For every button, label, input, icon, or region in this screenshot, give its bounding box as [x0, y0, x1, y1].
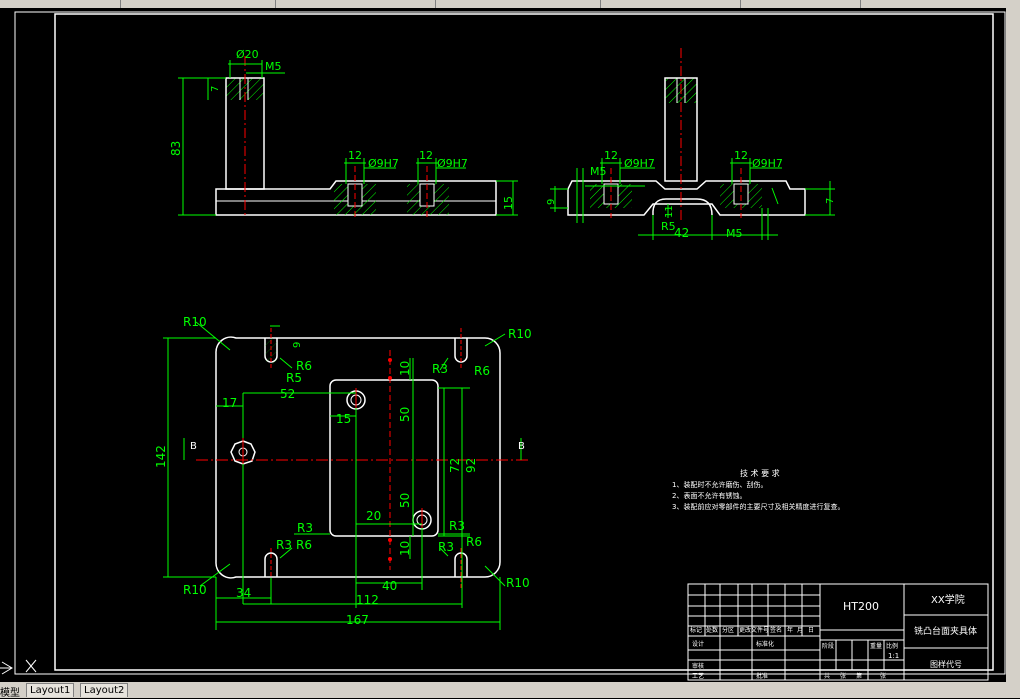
- left-label: 审核: [692, 662, 704, 670]
- dim-label: 72: [448, 458, 462, 473]
- dim-label: 83: [169, 141, 183, 156]
- vertical-scrollbar[interactable]: [1006, 8, 1020, 682]
- sheet-label: 张: [880, 672, 886, 680]
- dim-label: 112: [356, 593, 379, 607]
- dim-label: 10: [398, 541, 412, 556]
- dim-label: 12: [604, 149, 618, 162]
- ucs-icon: [0, 659, 37, 675]
- dim-label: 167: [346, 613, 369, 627]
- tab-layout1[interactable]: Layout1: [26, 683, 75, 697]
- dim-label: R3: [276, 538, 292, 552]
- tab-layout2[interactable]: Layout2: [80, 683, 129, 697]
- material-label: HT200: [843, 600, 879, 613]
- notes-title: 技 术 要 求: [740, 468, 780, 478]
- dim-label: 9: [292, 342, 303, 348]
- dim-label: 34: [236, 586, 251, 600]
- dim-label: 50: [398, 493, 412, 508]
- dim-label: 12: [419, 149, 433, 162]
- dim-label: 12: [734, 149, 748, 162]
- dim-label: 20: [366, 509, 381, 523]
- dim-label: R10: [183, 583, 207, 597]
- model-tab-label[interactable]: 模型: [0, 684, 20, 699]
- dim-label: 50: [398, 407, 412, 422]
- drawing-number-label: 图样代号: [930, 659, 962, 669]
- row-header: 日: [808, 627, 814, 634]
- sheet-label: 第: [856, 672, 862, 680]
- dim-label: 7: [825, 198, 836, 204]
- dim-label: M5: [590, 165, 607, 178]
- layout-tab-bar: [0, 682, 1020, 698]
- mid-label: 批准: [756, 672, 768, 680]
- toolbar-separator: [120, 0, 121, 8]
- front-right-view: [550, 48, 835, 240]
- drawing-canvas[interactable]: Ø20 M5 7 83 12 Ø9H7 12 Ø9H7 15 M5 Ø9H7 1…: [0, 8, 1006, 682]
- dim-label: R5: [286, 371, 302, 385]
- sheet-label: 共: [824, 672, 830, 680]
- toolbar-separator: [860, 0, 861, 8]
- toolbar-separator: [740, 0, 741, 8]
- dim-label: R3: [438, 540, 454, 554]
- dim-label: 15: [502, 196, 515, 210]
- dim-label: M5: [265, 60, 282, 73]
- toolbar-separator: [275, 0, 276, 8]
- dim-label: 40: [382, 579, 397, 593]
- dim-label: R10: [508, 327, 532, 341]
- left-label: 设计: [692, 640, 704, 648]
- dim-label: 17: [222, 396, 237, 410]
- sheet-label: 张: [840, 672, 846, 680]
- inner-frame: [54, 13, 994, 671]
- dim-label: 15: [336, 412, 351, 426]
- dim-label: R6: [296, 538, 312, 552]
- dim-label: R6: [474, 364, 490, 378]
- dim-label: R6: [466, 535, 482, 549]
- dim-label: Ø9H7: [368, 157, 399, 170]
- note-item: 2、表面不允许有锈蚀。: [672, 491, 746, 500]
- section-marker-right: B: [518, 441, 525, 452]
- left-label: 工艺: [692, 672, 704, 680]
- dim-label: 7: [210, 86, 221, 92]
- dim-label: Ø9H7: [624, 157, 655, 170]
- dim-label: 42: [674, 226, 689, 240]
- dim-label: M5: [726, 227, 743, 240]
- row-header: 月: [797, 627, 803, 634]
- dim-label: R10: [506, 576, 530, 590]
- dim-label: Ø9H7: [752, 157, 783, 170]
- part-name-label: 铣凸台面夹具体: [914, 625, 977, 637]
- dim-label: 52: [280, 387, 295, 401]
- front-left-view: [178, 56, 518, 218]
- dim-label: R3: [297, 521, 313, 535]
- dim-label: 10: [398, 361, 412, 376]
- toolbar-separator: [435, 0, 436, 8]
- dim-label: 12: [348, 149, 362, 162]
- dim-label: R10: [183, 315, 207, 329]
- dim-label: R3: [449, 519, 465, 533]
- mid-label2: 比例: [886, 642, 898, 650]
- mid-label2: 重量: [870, 642, 882, 650]
- row-header: 更改文件号: [739, 626, 769, 634]
- row-header: 年: [787, 626, 793, 634]
- note-item: 3、装配前应对零部件的主要尺寸及相关精度进行复查。: [672, 502, 844, 511]
- dim-label: 142: [154, 445, 168, 468]
- dim-label: Ø20: [236, 48, 259, 61]
- dim-label: R3: [432, 362, 448, 376]
- dim-label: 11: [664, 205, 675, 218]
- row-header: 签名: [770, 626, 782, 634]
- row-header: 处数: [706, 626, 718, 634]
- toolbar-separator: [600, 0, 601, 8]
- dim-label: 9: [546, 199, 557, 205]
- mid-label2: 阶段: [822, 642, 834, 650]
- outer-frame: [14, 11, 1006, 675]
- school-label: XX学院: [931, 593, 965, 606]
- note-item: 1、装配时不允许磨伤、刮伤。: [672, 480, 767, 489]
- dim-label: 92: [464, 458, 478, 473]
- row-header: 标记: [690, 626, 702, 634]
- scale-label: 1:1: [888, 652, 899, 660]
- dim-label: Ø9H7: [437, 157, 468, 170]
- mid-label: 标准化: [756, 640, 774, 648]
- section-marker-left: B: [190, 441, 197, 452]
- row-header: 分区: [722, 626, 734, 634]
- toolbar-strip: [0, 0, 1020, 8]
